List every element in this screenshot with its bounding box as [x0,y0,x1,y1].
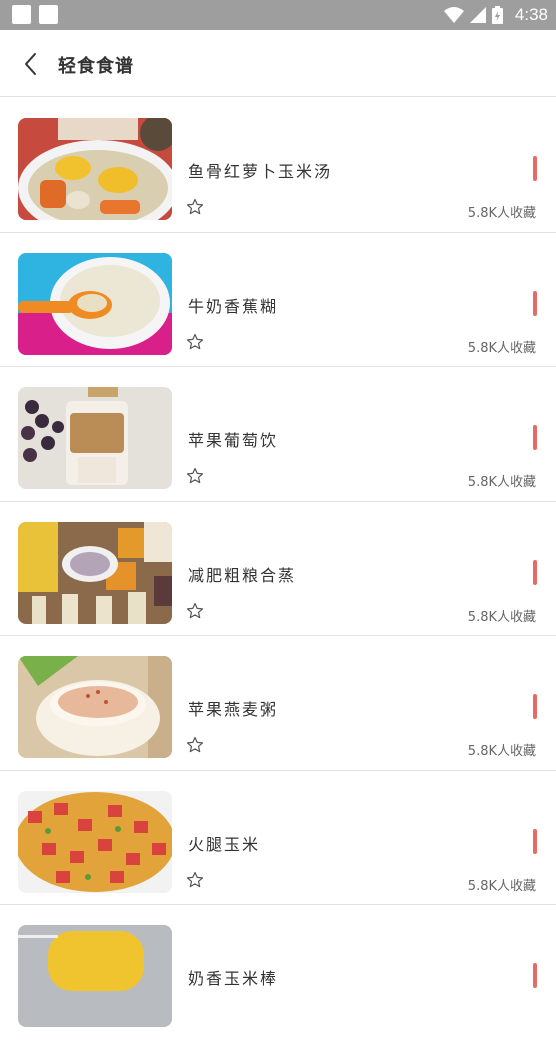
recipe-thumbnail [18,118,172,220]
star-outline-icon[interactable] [186,198,204,216]
accent-bar [533,559,537,585]
star-outline-icon[interactable] [186,602,204,620]
recipe-item[interactable]: 牛奶香蕉糊 5.8K人收藏 [0,232,556,367]
status-bar: 4:38 [0,0,556,30]
favorite-count: 5.8K人收藏 [467,744,536,759]
accent-bar [533,694,537,719]
recipe-list: 鱼骨红萝卜玉米汤 5.8K人收藏 牛奶香蕉糊 5.8K人收藏 苹果葡萄饮 5.8… [0,98,556,1040]
page-title: 轻食食谱 [58,56,134,77]
recipe-item[interactable]: 苹果葡萄饮 5.8K人收藏 [0,367,556,502]
recipe-name: 苹果燕麦粥 [188,700,279,719]
star-outline-icon[interactable] [186,467,204,485]
accent-bar [533,963,537,988]
recipe-name: 奶香玉米棒 [188,969,279,988]
recipe-name: 减肥粗粮合蒸 [188,565,297,585]
recipe-thumbnail [18,387,172,489]
recipe-thumbnail [18,656,172,758]
star-outline-icon[interactable] [186,871,204,889]
star-outline-icon[interactable] [186,333,204,351]
recipe-item[interactable]: 火腿玉米 5.8K人收藏 [0,770,556,905]
accent-bar [533,290,537,316]
battery-icon [491,6,503,24]
wifi-icon [443,7,464,23]
recipe-thumbnail [18,790,172,893]
signal-icon [469,7,486,23]
recipe-name: 鱼骨红萝卜玉米汤 [188,162,333,181]
favorite-count: 5.8K人收藏 [467,878,536,894]
notification-icon [12,5,31,24]
accent-bar [533,425,537,450]
favorite-count: 5.8K人收藏 [467,340,536,356]
recipe-thumbnail [18,925,172,1027]
star-outline-icon[interactable] [186,736,204,754]
recipe-item[interactable]: 奶香玉米棒 [0,905,556,1040]
recipe-thumbnail [18,521,172,624]
recipe-thumbnail [18,252,172,355]
accent-bar [533,828,537,854]
status-time: 4:38 [514,5,548,24]
accent-bar [533,156,537,181]
recipe-name: 火腿玉米 [188,834,261,854]
recipe-name: 苹果葡萄饮 [188,431,279,450]
favorite-count: 5.8K人收藏 [467,206,536,221]
recipe-item[interactable]: 鱼骨红萝卜玉米汤 5.8K人收藏 [0,98,556,233]
app-header: 轻食食谱 [0,30,556,97]
favorite-count: 5.8K人收藏 [467,475,536,490]
recipe-name: 牛奶香蕉糊 [188,296,279,316]
favorite-count: 5.8K人收藏 [467,609,536,625]
recipe-item[interactable]: 减肥粗粮合蒸 5.8K人收藏 [0,501,556,636]
chevron-left-icon[interactable] [18,50,46,78]
notification-icon [39,5,58,24]
recipe-item[interactable]: 苹果燕麦粥 5.8K人收藏 [0,636,556,771]
